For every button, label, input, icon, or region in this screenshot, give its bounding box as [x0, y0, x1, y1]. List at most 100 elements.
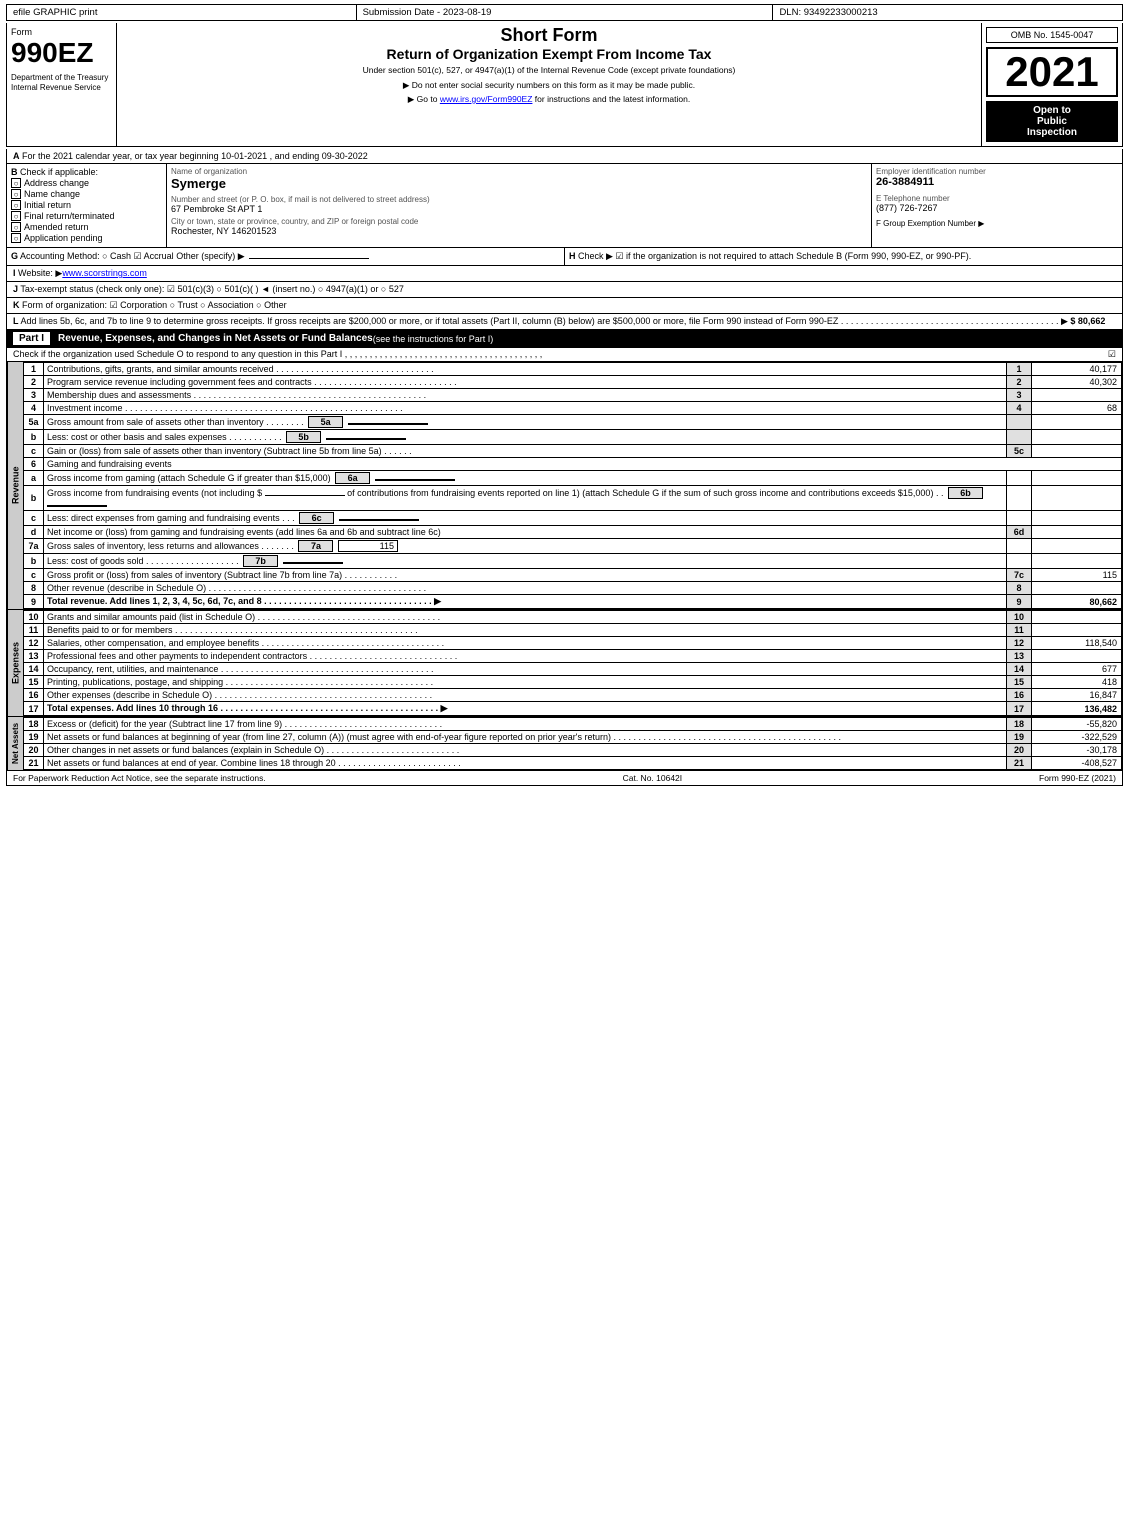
line-7b-ref	[1007, 554, 1032, 569]
final-return-checkbox[interactable]: ○	[11, 211, 21, 221]
acct-row: G Accounting Method: ○ Cash ☑ Accrual Ot…	[6, 248, 1123, 266]
table-row: 3 Membership dues and assessments . . . …	[24, 389, 1122, 402]
website-value[interactable]: www.scorstrings.com	[62, 268, 147, 278]
part1-title: Revenue, Expenses, and Changes in Net As…	[58, 333, 373, 344]
irs-link[interactable]: www.irs.gov/Form990EZ	[440, 94, 533, 104]
line-1-ref: 1	[1007, 363, 1032, 376]
table-row: 10 Grants and similar amounts paid (list…	[24, 611, 1122, 624]
line-5c-label: Gain or (loss) from sale of assets other…	[44, 445, 1007, 458]
table-row: 2 Program service revenue including gove…	[24, 376, 1122, 389]
line-1-label: Contributions, gifts, grants, and simila…	[44, 363, 1007, 376]
initial-return-label: Initial return	[24, 200, 71, 210]
submission-date: Submission Date - 2023-08-19	[357, 5, 774, 20]
k-assoc-cb[interactable]: ○	[200, 300, 207, 310]
table-row: 6 Gaming and fundraising events	[24, 458, 1122, 471]
g-label: G	[11, 251, 18, 261]
accrual-label: Accrual	[144, 251, 174, 261]
line-num-5b: b	[24, 430, 44, 445]
dept-info: Department of the Treasury Internal Reve…	[11, 73, 112, 94]
j-501c: 501(c)( ) ◄ (insert no.)	[224, 284, 315, 294]
line-15-label: Printing, publications, postage, and shi…	[44, 676, 1007, 689]
line-13-label: Professional fees and other payments to …	[44, 650, 1007, 663]
h-text: Check ▶ ☑ if the organization is not req…	[578, 251, 971, 261]
line-21-value: -408,527	[1032, 757, 1122, 770]
line-num-4: 4	[24, 402, 44, 415]
name-change-checkbox[interactable]: ○	[11, 189, 21, 199]
line-num-3: 3	[24, 389, 44, 402]
table-row: 18 Excess or (deficit) for the year (Sub…	[24, 718, 1122, 731]
line-9-label: Total revenue. Add lines 1, 2, 3, 4, 5c,…	[44, 595, 1007, 609]
section-j: J Tax-exempt status (check only one): ☑ …	[6, 282, 1123, 298]
net-assets-wrapper: Net Assets 18 Excess or (deficit) for th…	[6, 717, 1123, 771]
j-527-cb[interactable]: ○	[381, 284, 389, 294]
line-11-label: Benefits paid to or for members . . . . …	[44, 624, 1007, 637]
line-2-value: 40,302	[1032, 376, 1122, 389]
cb-name: ○ Name change	[11, 189, 162, 199]
j-501c3-cb[interactable]: ☑	[167, 284, 175, 294]
amended-return-checkbox[interactable]: ○	[11, 222, 21, 232]
table-row: b Less: cost of goods sold . . . . . . .…	[24, 554, 1122, 569]
table-row: c Gain or (loss) from sale of assets oth…	[24, 445, 1122, 458]
line-num-6: 6	[24, 458, 44, 471]
j-4947-cb[interactable]: ○	[318, 284, 326, 294]
j-label: J	[13, 284, 18, 294]
c-name-label: Name of organization	[171, 167, 867, 176]
line-7a-label: Gross sales of inventory, less returns a…	[44, 539, 1007, 554]
section-bcd: B Check if applicable: ○ Address change …	[6, 164, 1123, 248]
line-19-ref: 19	[1007, 731, 1032, 744]
amended-return-label: Amended return	[24, 222, 89, 232]
line-12-value: 118,540	[1032, 637, 1122, 650]
k-other-cb[interactable]: ○	[256, 300, 264, 310]
line-2-ref: 2	[1007, 376, 1032, 389]
line-15-ref: 15	[1007, 676, 1032, 689]
j-4947: 4947(a)(1) or	[326, 284, 379, 294]
cash-cb[interactable]: ○	[102, 251, 110, 261]
line-5b-label: Less: cost or other basis and sales expe…	[44, 430, 1007, 445]
address-value: 67 Pembroke St APT 1	[171, 204, 867, 214]
address-change-checkbox[interactable]: ○	[11, 178, 21, 188]
footer-mid: Cat. No. 10642I	[623, 773, 683, 783]
section-h: H Check ▶ ☑ if the organization is not r…	[565, 248, 1122, 265]
open-to-public: Open to Public Inspection	[986, 101, 1118, 142]
cb-initial: ○ Initial return	[11, 200, 162, 210]
group-label: F Group Exemption Number ▶	[876, 219, 1118, 228]
net-assets-table: 18 Excess or (deficit) for the year (Sub…	[23, 717, 1122, 770]
line-num-5a: 5a	[24, 415, 44, 430]
revenue-table: 1 Contributions, gifts, grants, and simi…	[23, 362, 1122, 609]
table-row: b Less: cost or other basis and sales ex…	[24, 430, 1122, 445]
line-16-label: Other expenses (describe in Schedule O) …	[44, 689, 1007, 702]
line-num-20: 20	[24, 744, 44, 757]
j-text: Tax-exempt status (check only one):	[20, 284, 167, 294]
line-4-ref: 4	[1007, 402, 1032, 415]
line-num-6b: b	[24, 486, 44, 511]
line-5a-ref	[1007, 415, 1032, 430]
omb-block: OMB No. 1545-0047 2021 Open to Public In…	[982, 23, 1122, 146]
return-title: Return of Organization Exempt From Incom…	[125, 46, 973, 62]
k-assoc: Association	[208, 300, 254, 310]
initial-return-checkbox[interactable]: ○	[11, 200, 21, 210]
line-11-ref: 11	[1007, 624, 1032, 637]
line-14-value: 677	[1032, 663, 1122, 676]
section-i: I Website: ▶www.scorstrings.com	[6, 266, 1123, 282]
footer-right: Form 990-EZ (2021)	[1039, 773, 1116, 783]
section-b: B Check if applicable: ○ Address change …	[7, 164, 167, 247]
table-row: c Less: direct expenses from gaming and …	[24, 511, 1122, 526]
table-row: 11 Benefits paid to or for members . . .…	[24, 624, 1122, 637]
accrual-cb[interactable]: ☑	[134, 251, 144, 261]
part1-check-mark[interactable]: ☑	[1108, 349, 1116, 360]
table-row: 21 Net assets or fund balances at end of…	[24, 757, 1122, 770]
efile-label: efile GRAPHIC print	[7, 5, 357, 20]
table-row: b Gross income from fundraising events (…	[24, 486, 1122, 511]
line-num-18: 18	[24, 718, 44, 731]
application-pending-checkbox[interactable]: ○	[11, 233, 21, 243]
line-num-9: 9	[24, 595, 44, 609]
short-form-title: Short Form	[125, 25, 973, 46]
line-17-ref: 17	[1007, 702, 1032, 716]
line-num-10: 10	[24, 611, 44, 624]
k-corp-cb[interactable]: ☑	[110, 300, 118, 310]
line-21-label: Net assets or fund balances at end of ye…	[44, 757, 1007, 770]
line-num-7c: c	[24, 569, 44, 582]
footer-left: For Paperwork Reduction Act Notice, see …	[13, 773, 266, 783]
city-label: City or town, state or province, country…	[171, 217, 867, 226]
table-row: 4 Investment income . . . . . . . . . . …	[24, 402, 1122, 415]
